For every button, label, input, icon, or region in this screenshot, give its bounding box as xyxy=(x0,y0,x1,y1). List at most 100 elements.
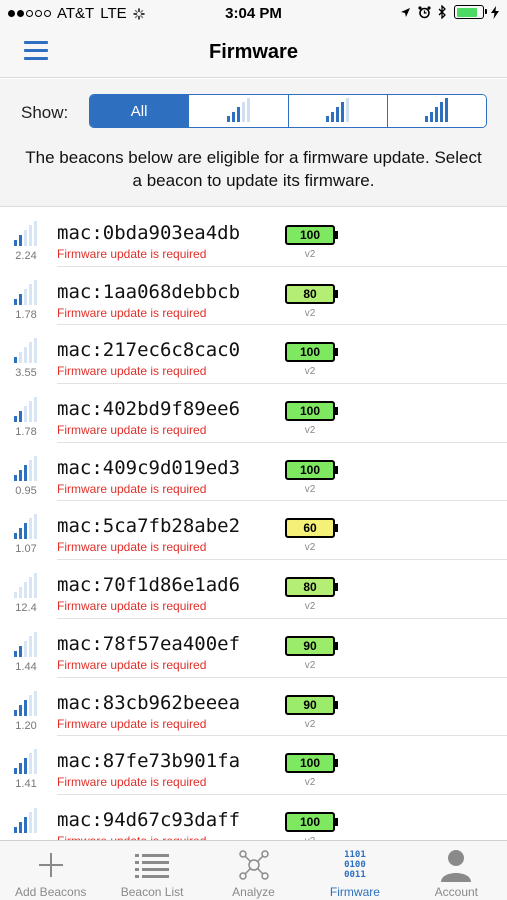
beacon-distance: 3.55 xyxy=(15,367,37,380)
firmware-version: v2 xyxy=(304,307,316,319)
firmware-version: v2 xyxy=(304,249,316,260)
beacon-mac-address: mac:83cb962beeea xyxy=(57,691,241,714)
beacon-mac-address: mac:217ec6c8cac0 xyxy=(57,339,241,362)
signal-strength-icon xyxy=(14,397,37,423)
signal-strength-icon xyxy=(14,279,37,305)
signal-strength-icon xyxy=(14,455,37,481)
firmware-version: v2 xyxy=(304,777,316,789)
beacon-mac-address: mac:1aa068debbcb xyxy=(57,280,241,303)
show-label: Show: xyxy=(21,103,69,122)
firmware-status: Firmware update is required xyxy=(57,599,207,614)
firmware-version: v2 xyxy=(304,718,316,730)
beacon-mac-address: mac:5ca7fb28abe2 xyxy=(57,515,241,538)
tab-add-beacons-label: Add Beacons xyxy=(15,885,87,899)
beacon-row[interactable]: 1.07 mac:5ca7fb28abe2 Firmware update is r… xyxy=(0,501,507,561)
beacon-distance: 1.44 xyxy=(15,660,37,673)
status-bar: AT&T LTE 3:04 PM xyxy=(0,0,507,28)
beacon-row[interactable]: 12.4 mac:70f1d86e1ad6 Firmware update is r… xyxy=(0,560,507,619)
plus-icon xyxy=(38,853,63,877)
signal-strength-icon xyxy=(14,573,37,599)
tab-bar: Add Beacons Beacon List Analyze 1101 010… xyxy=(0,840,507,900)
beacon-row[interactable]: 1.20 mac:83cb962beeea Firmware update is r… xyxy=(0,678,507,737)
battery-level-badge: 100 xyxy=(285,811,338,832)
beacon-distance: 1.07 xyxy=(15,543,37,556)
signal-strength-icon xyxy=(14,338,37,364)
signal-weak-icon xyxy=(226,98,250,122)
battery-level-badge: 100 xyxy=(285,401,338,422)
firmware-status: Firmware update is required xyxy=(57,364,207,379)
tab-firmware[interactable]: 1101 0100 0011 Firmware xyxy=(304,841,405,900)
person-icon xyxy=(441,850,472,882)
battery-level-badge: 100 xyxy=(285,459,338,480)
battery-level-badge: 90 xyxy=(285,635,338,656)
list-icon xyxy=(135,854,170,878)
location-arrow-icon xyxy=(401,7,410,17)
firmware-version: v2 xyxy=(304,425,316,437)
firmware-status: Firmware update is required xyxy=(57,716,207,731)
signal-filter-segmented-control: All xyxy=(89,94,487,128)
segment-strong-signal[interactable] xyxy=(387,95,486,127)
binary-line-3: 0011 xyxy=(344,870,366,880)
beacon-row[interactable]: 0.95 mac:409c9d019ed3 Firmware update is r… xyxy=(0,443,507,502)
beacon-row[interactable]: 2.24 mac:0bda903ea4db Firmware update is r… xyxy=(0,208,507,267)
beacon-mac-address: mac:78f57ea400ef xyxy=(57,632,241,655)
firmware-status: Firmware update is required xyxy=(57,481,207,496)
battery-level-badge: 100 xyxy=(285,753,338,774)
signal-strength-icon xyxy=(14,690,37,716)
signal-strength-icon xyxy=(14,749,37,775)
beacon-mac-address: mac:402bd9f89ee6 xyxy=(57,398,241,421)
firmware-status: Firmware update is required xyxy=(57,657,207,672)
tab-analyze[interactable]: Analyze xyxy=(203,841,304,900)
beacon-mac-address: mac:0bda903ea4db xyxy=(57,222,241,244)
beacon-mac-address: mac:70f1d86e1ad6 xyxy=(57,574,241,597)
battery-icon xyxy=(454,5,487,19)
segment-weak-signal[interactable] xyxy=(189,95,289,127)
beacon-row[interactable]: mac:94d67c93daffFirmware update is requi… xyxy=(0,795,507,840)
eligibility-description: The beacons below are eligible for a fir… xyxy=(25,148,482,190)
signal-medium-icon xyxy=(326,98,350,122)
firmware-version: v2 xyxy=(304,366,316,378)
firmware-status: Firmware update is required xyxy=(57,305,207,320)
segment-medium-signal[interactable] xyxy=(288,95,388,127)
beacon-distance: 1.78 xyxy=(15,426,37,439)
signal-strength-icon xyxy=(14,631,37,657)
beacon-distance: 2.24 xyxy=(15,250,37,262)
battery-level-badge: 60 xyxy=(285,518,338,539)
firmware-version: v2 xyxy=(304,659,316,671)
network-icon xyxy=(238,850,269,880)
alarm-icon xyxy=(418,5,431,18)
tab-firmware-label: Firmware xyxy=(329,885,380,899)
beacon-mac-address: mac:94d67c93daff xyxy=(57,808,241,831)
beacon-row[interactable]: 1.41 mac:87fe73b901fa Firmware update is r… xyxy=(0,736,507,795)
beacon-row[interactable]: 1.44 mac:78f57ea400ef Firmware update is r… xyxy=(0,619,507,678)
firmware-version: v2 xyxy=(304,483,316,495)
beacon-row[interactable]: 3.55 mac:217ec6c8cac0 Firmware update is r… xyxy=(0,325,507,385)
segment-all[interactable]: All xyxy=(90,95,190,127)
signal-strength-icon xyxy=(14,221,37,246)
firmware-status: Firmware update is required xyxy=(57,540,207,555)
beacon-distance: 1.20 xyxy=(15,719,37,732)
firmware-version: v2 xyxy=(304,542,316,554)
signal-strength-icon xyxy=(14,807,37,833)
tab-analyze-label: Analyze xyxy=(232,885,275,899)
firmware-version: v2 xyxy=(304,601,316,613)
beacon-distance: 12.4 xyxy=(15,602,37,615)
tab-add-beacons[interactable]: Add Beacons xyxy=(0,841,101,900)
signal-strong-icon xyxy=(425,98,449,122)
beacon-row[interactable]: 1.78 mac:402bd9f89ee6 Firmware update is r… xyxy=(0,384,507,443)
binary-icon: 1101 0100 0011 xyxy=(344,850,366,880)
tab-account[interactable]: Account xyxy=(406,841,507,900)
status-right xyxy=(400,5,499,19)
battery-level-badge: 90 xyxy=(285,694,338,715)
tab-beacon-list[interactable]: Beacon List xyxy=(101,841,202,900)
page-title: Firmware xyxy=(209,41,298,63)
beacon-row[interactable]: 1.78 mac:1aa068debbcb Firmware update is r… xyxy=(0,267,507,326)
tab-account-label: Account xyxy=(434,885,478,899)
beacon-list: 2.24 mac:0bda903ea4db Firmware update is r… xyxy=(0,208,507,840)
charging-bolt-icon xyxy=(491,5,499,19)
battery-level-badge: 100 xyxy=(285,225,338,245)
battery-level-badge: 100 xyxy=(285,342,338,363)
beacon-mac-address: mac:87fe73b901fa xyxy=(57,750,241,773)
beacon-distance: 1.41 xyxy=(15,778,37,791)
battery-level-badge: 80 xyxy=(285,577,338,598)
